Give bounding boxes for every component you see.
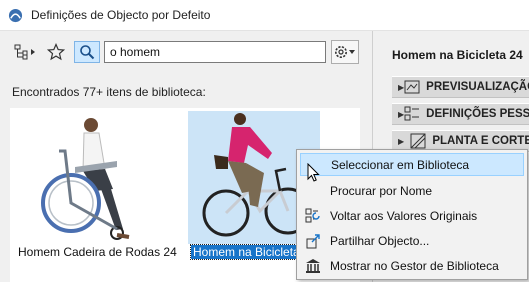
preview-icon	[404, 79, 420, 95]
tree-view-button[interactable]	[12, 41, 40, 63]
section-custom-settings[interactable]: ▶ DEFINIÇÕES PESSOAIS	[392, 103, 529, 125]
gear-icon	[335, 46, 355, 58]
share-object-icon	[300, 231, 326, 251]
search-input[interactable]: o homem	[104, 41, 326, 63]
library-item-wheelchair[interactable]: Homem Cadeira de Rodas 24	[13, 111, 177, 263]
menu-item-label: Procurar por Nome	[330, 183, 433, 198]
reset-values-icon	[300, 206, 326, 226]
search-button[interactable]	[74, 41, 100, 63]
search-settings-button[interactable]	[331, 40, 359, 64]
item-label: Homem Cadeira de Rodas 24	[18, 245, 177, 259]
menu-item-label: Partilhar Objecto...	[330, 233, 430, 248]
archicad-logo-icon	[8, 8, 23, 23]
object-title: Homem na Bicicleta 24	[392, 48, 523, 62]
menu-item-select-in-library[interactable]: Seleccionar em Biblioteca	[300, 153, 524, 176]
menu-item-label: Voltar aos Valores Originais	[330, 208, 478, 223]
item-label-selected: Homem na Bicicleta	[190, 244, 303, 260]
section-label: PREVISUALIZAÇÃO	[426, 81, 529, 93]
context-menu: Seleccionar em Biblioteca Procurar por N…	[296, 149, 528, 280]
menu-item-search-by-name[interactable]: Procurar por Nome	[300, 179, 524, 202]
chevron-right-icon: ▶	[398, 136, 405, 146]
menu-item-show-in-library-manager[interactable]: Mostrar no Gestor de Biblioteca	[300, 254, 524, 277]
library-manager-icon	[300, 256, 326, 276]
menu-item-reset-values[interactable]: Voltar aos Valores Originais	[300, 204, 524, 227]
search-icon	[80, 45, 95, 60]
window-title: Definições de Objecto por Defeito	[31, 8, 211, 22]
section-label: PLANTA E CORTE	[432, 135, 529, 147]
tree-view-icon	[14, 44, 35, 60]
mouse-cursor-icon	[307, 163, 320, 182]
results-count: Encontrados 77+ itens de biblioteca:	[12, 85, 206, 99]
menu-item-share-object[interactable]: Partilhar Objecto...	[300, 229, 524, 252]
menu-item-label: Mostrar no Gestor de Biblioteca	[330, 258, 499, 273]
title-bar: Definições de Objecto por Defeito	[0, 0, 529, 31]
section-preview[interactable]: ▶ PREVISUALIZAÇÃO	[392, 76, 529, 98]
favorites-button[interactable]	[45, 41, 67, 63]
wheelchair-man-thumbnail	[41, 118, 130, 240]
floorplan-icon	[410, 133, 426, 149]
menu-item-label: Seleccionar em Biblioteca	[331, 157, 470, 172]
section-label: DEFINIÇÕES PESSOAIS	[426, 108, 529, 120]
star-icon	[47, 43, 65, 61]
settings-list-icon	[404, 106, 420, 122]
